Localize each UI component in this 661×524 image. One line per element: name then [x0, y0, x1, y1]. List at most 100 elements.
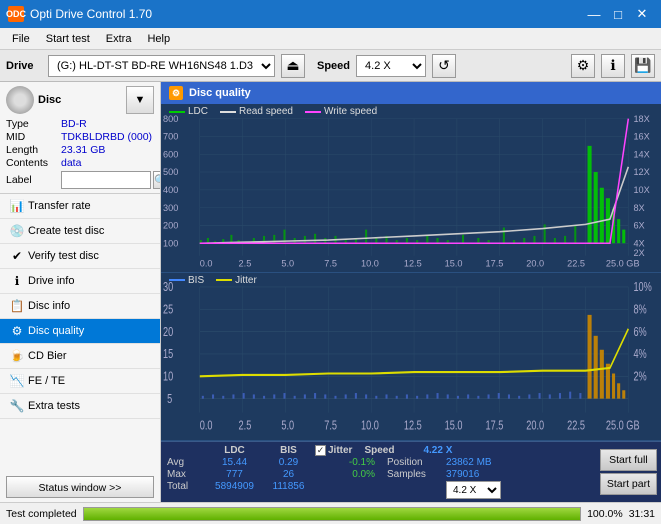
drive-select[interactable]: (G:) HL-DT-ST BD-RE WH16NS48 1.D3	[48, 55, 275, 77]
disc-quality-header-icon: ⚙	[169, 86, 183, 100]
stats-max-bis: 26	[266, 469, 311, 480]
disc-quality-icon: ⚙	[10, 324, 24, 338]
disc-info-icon: 📋	[10, 299, 24, 313]
svg-text:25: 25	[163, 303, 173, 317]
stats-table: LDC BIS ✓ Jitter Speed 4.22 X Avg 15.44 …	[161, 442, 596, 502]
svg-text:4%: 4%	[633, 347, 646, 361]
jitter-checkbox[interactable]: ✓	[315, 445, 326, 456]
svg-text:600: 600	[163, 149, 178, 159]
app-icon: ODC	[8, 6, 24, 22]
svg-text:22.5: 22.5	[567, 258, 585, 268]
nav-disc-quality[interactable]: ⚙ Disc quality	[0, 319, 160, 344]
speed-select-2[interactable]: 4.2 X	[446, 481, 501, 499]
right-content: ⚙ Disc quality LDC Read speed	[161, 82, 661, 502]
svg-text:10%: 10%	[633, 280, 652, 294]
stats-speed-value: 4.22 X	[423, 445, 478, 456]
maximize-button[interactable]: □	[607, 3, 629, 25]
stats-avg-label: Avg	[167, 457, 203, 468]
info-button[interactable]: ℹ	[601, 54, 625, 78]
svg-text:5.0: 5.0	[281, 258, 294, 268]
speed-select[interactable]: 4.2 X	[356, 55, 426, 77]
disc-quality-title: Disc quality	[189, 87, 251, 99]
nav-verify-test-disc[interactable]: ✔ Verify test disc	[0, 244, 160, 269]
svg-text:25.0 GB: 25.0 GB	[606, 258, 640, 268]
svg-text:2.5: 2.5	[239, 258, 252, 268]
ldc-legend: LDC	[169, 106, 208, 117]
stats-max-row: Max 777 26 0.0% Samples 379016	[167, 469, 590, 480]
title-bar-controls: — □ ✕	[583, 3, 653, 25]
create-test-disc-icon: 💿	[10, 224, 24, 238]
svg-text:17.5: 17.5	[485, 419, 503, 433]
cd-bier-icon: 🍺	[10, 349, 24, 363]
status-window-btn[interactable]: Status window >>	[6, 476, 154, 498]
stats-max-ldc: 777	[207, 469, 262, 480]
close-button[interactable]: ✕	[631, 3, 653, 25]
jitter-checkbox-area: ✓ Jitter	[315, 445, 352, 456]
disc-label-row: Label 🔍	[6, 171, 154, 189]
menu-help[interactable]: Help	[139, 31, 178, 47]
action-buttons: Start full Start part	[596, 442, 661, 502]
drive-toolbar: Drive (G:) HL-DT-ST BD-RE WH16NS48 1.D3 …	[0, 50, 661, 82]
save-button[interactable]: 💾	[631, 54, 655, 78]
settings-button[interactable]: ⚙	[571, 54, 595, 78]
stats-max-jitter: 0.0%	[315, 469, 375, 480]
nav-transfer-rate[interactable]: 📊 Transfer rate	[0, 194, 160, 219]
eject-button[interactable]: ⏏	[281, 54, 305, 78]
nav-cd-bier[interactable]: 🍺 CD Bier	[0, 344, 160, 369]
nav-disc-info[interactable]: 📋 Disc info	[0, 294, 160, 319]
svg-text:22.5: 22.5	[567, 419, 585, 433]
main-layout: Disc ▼ Type BD-R MID TDKBLDRBD (000) Len…	[0, 82, 661, 502]
disc-header: Disc ▼	[6, 86, 154, 114]
drive-info-icon: ℹ	[10, 274, 24, 288]
disc-type-value: BD-R	[61, 118, 87, 130]
disc-label-label: Label	[6, 174, 61, 186]
bottom-chart-svg: 30 25 20 15 10 5 10% 8% 6% 4% 2% 0.0 2.5…	[161, 273, 661, 441]
nav-disc-quality-label: Disc quality	[28, 325, 84, 337]
stats-avg-row: Avg 15.44 0.29 -0.1% Position 23862 MB	[167, 457, 590, 468]
stats-samples-label: Samples	[387, 469, 442, 480]
disc-options-btn[interactable]: ▼	[126, 86, 154, 114]
svg-text:2X: 2X	[633, 248, 644, 258]
svg-text:7.5: 7.5	[324, 419, 337, 433]
svg-text:200: 200	[163, 220, 178, 230]
disc-contents-value: data	[61, 157, 81, 169]
svg-text:25.0 GB: 25.0 GB	[606, 419, 640, 433]
nav-create-test-disc[interactable]: 💿 Create test disc	[0, 219, 160, 244]
disc-label-edit-btn[interactable]: 🔍	[153, 171, 161, 189]
disc-section-title: Disc	[38, 94, 61, 106]
bis-legend-label: BIS	[188, 275, 204, 286]
disc-length-value: 23.31 GB	[61, 144, 105, 156]
svg-text:20.0: 20.0	[526, 419, 544, 433]
disc-label-input[interactable]	[61, 171, 151, 189]
svg-text:12.5: 12.5	[404, 258, 422, 268]
svg-text:8X: 8X	[633, 203, 644, 213]
extra-tests-icon: 🔧	[10, 399, 24, 413]
svg-text:100: 100	[163, 238, 178, 248]
status-text: Test completed	[6, 508, 77, 520]
menu-bar: File Start test Extra Help	[0, 28, 661, 50]
svg-text:10.0: 10.0	[361, 258, 379, 268]
nav-fe-te[interactable]: 📉 FE / TE	[0, 369, 160, 394]
refresh-button[interactable]: ↺	[432, 54, 456, 78]
stats-row: LDC BIS ✓ Jitter Speed 4.22 X Avg 15.44 …	[161, 441, 661, 502]
disc-mid-value: TDKBLDRBD (000)	[61, 131, 152, 143]
svg-text:10: 10	[163, 370, 173, 384]
top-chart-legend: LDC Read speed Write speed	[169, 106, 377, 117]
write-speed-legend-label: Write speed	[324, 106, 377, 117]
bis-legend: BIS	[169, 275, 204, 286]
nav-extra-tests[interactable]: 🔧 Extra tests	[0, 394, 160, 419]
start-full-button[interactable]: Start full	[600, 449, 657, 471]
menu-extra[interactable]: Extra	[98, 31, 140, 47]
minimize-button[interactable]: —	[583, 3, 605, 25]
disc-length-label: Length	[6, 144, 61, 156]
nav-drive-info[interactable]: ℹ Drive info	[0, 269, 160, 294]
read-speed-legend: Read speed	[220, 106, 293, 117]
top-chart-svg: 800 700 600 500 400 300 200 100 18X 16X …	[161, 104, 661, 272]
menu-file[interactable]: File	[4, 31, 38, 47]
menu-starttest[interactable]: Start test	[38, 31, 98, 47]
stats-position-label: Position	[387, 457, 442, 468]
svg-text:15: 15	[163, 347, 173, 361]
start-part-button[interactable]: Start part	[600, 473, 657, 495]
disc-section: Disc ▼ Type BD-R MID TDKBLDRBD (000) Len…	[0, 82, 160, 194]
ldc-legend-label: LDC	[188, 106, 208, 117]
